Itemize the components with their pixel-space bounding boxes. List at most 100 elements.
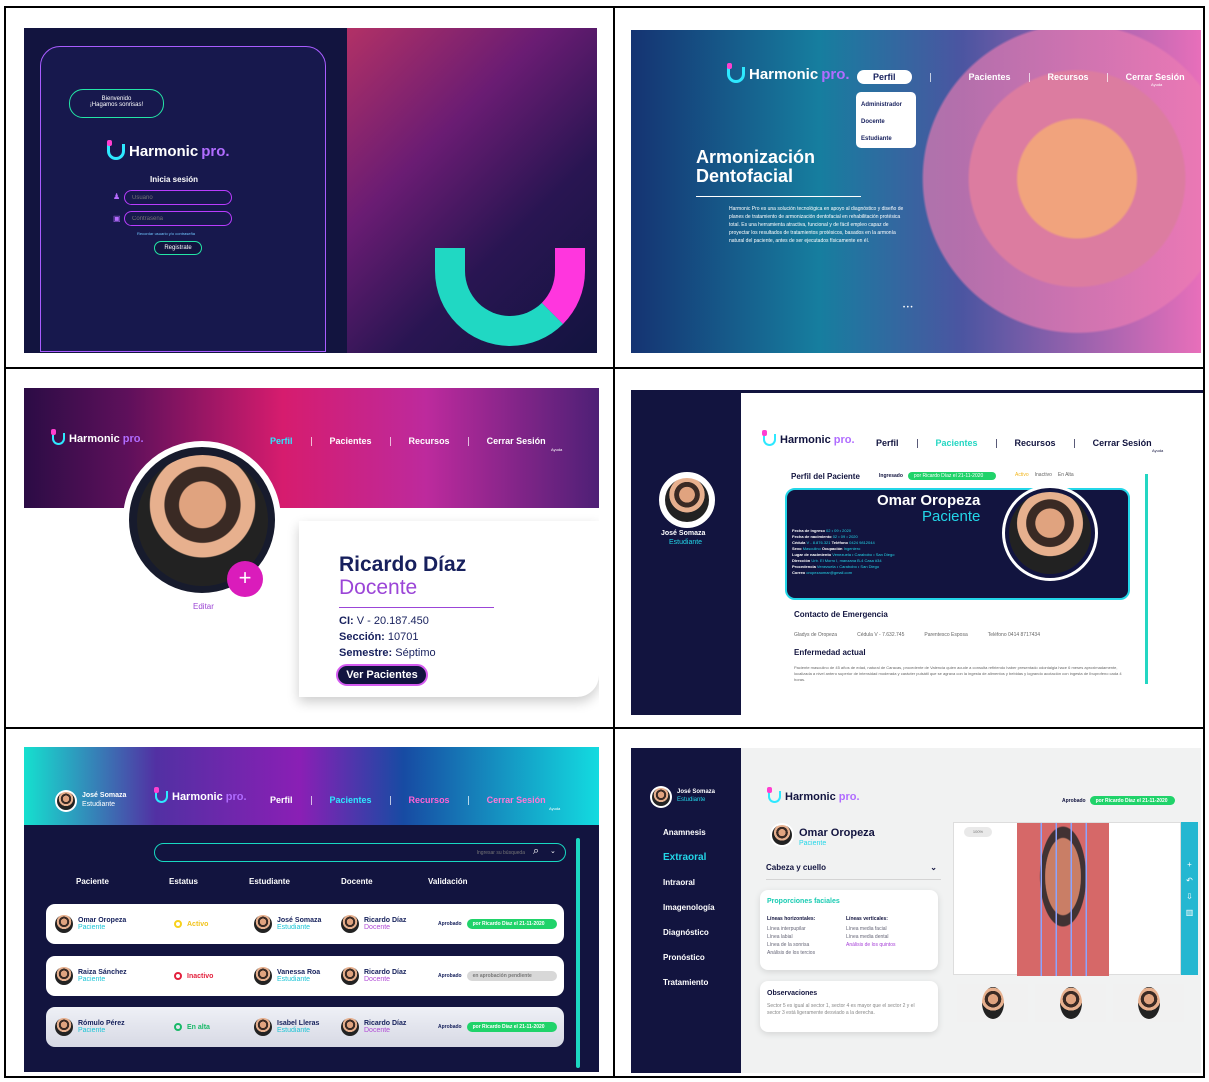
patient-cell[interactable]: Raiza Sánchez Paciente: [55, 967, 127, 985]
nav-separator: [467, 795, 469, 805]
status-radio-group[interactable]: Activo Inactivo En Alta: [1015, 472, 1074, 478]
forgot-password-link[interactable]: Recordar usuario y/o contraseña: [137, 231, 195, 236]
list-scrollbar[interactable]: [576, 838, 580, 1068]
student-cell[interactable]: José Somaza Estudiante: [254, 915, 321, 933]
menu-diagnostico[interactable]: Diagnóstico: [651, 920, 741, 945]
patient-role: Paciente: [799, 840, 827, 847]
patient-front-thumbnail[interactable]: [957, 984, 1028, 1022]
edit-photo-button[interactable]: +: [227, 561, 263, 597]
filter-chevron-icon[interactable]: ⌄: [550, 847, 556, 855]
patient-role: Paciente: [922, 508, 981, 525]
username-input[interactable]: [124, 190, 232, 205]
search-icon[interactable]: ⌕: [533, 845, 539, 858]
validation-cell[interactable]: Aprobado por Ricardo Díaz el 21-11-2020: [438, 1022, 557, 1032]
teacher-cell[interactable]: Ricardo Díaz Docente: [341, 967, 406, 985]
dropdown-docente[interactable]: Docente: [861, 114, 911, 131]
nav-separator: [310, 795, 312, 805]
search-input[interactable]: [154, 843, 566, 862]
nav-recursos[interactable]: Recursos: [1015, 438, 1056, 448]
nav-pacientes[interactable]: Pacientes: [330, 436, 372, 446]
approval-toggle[interactable]: por Ricardo Díaz el 21-11-2020: [907, 472, 996, 480]
nav-perfil[interactable]: Perfil: [857, 70, 912, 84]
nav-separator: [1028, 72, 1030, 82]
emergency-title: Contacto de Emergencia: [794, 610, 888, 619]
nav-pacientes[interactable]: Pacientes: [969, 72, 1011, 82]
menu-extraoral[interactable]: Extraoral: [651, 845, 741, 870]
student-avatar: [254, 1018, 272, 1036]
password-input[interactable]: [124, 211, 232, 226]
status-cell[interactable]: Activo: [174, 920, 208, 928]
nav-pacientes[interactable]: Pacientes: [936, 438, 978, 448]
status-cell[interactable]: Inactivo: [174, 972, 213, 980]
register-button[interactable]: Registrate: [154, 241, 202, 255]
patient-cell[interactable]: Rómulo Pérez Paciente: [55, 1018, 125, 1036]
chevron-down-icon[interactable]: ⌄: [930, 863, 937, 872]
nav-perfil[interactable]: Perfil: [270, 795, 293, 805]
help-link[interactable]: Ayuda: [549, 806, 560, 811]
status-cell[interactable]: En alta: [174, 1023, 210, 1031]
validation-cell[interactable]: Aprobado por Ricardo Díaz el 21-11-2020: [438, 919, 557, 929]
patient-front-photo: [981, 987, 1004, 1019]
section-row: Sección: 10701: [339, 631, 419, 643]
hero-divider: [696, 196, 861, 197]
teacher-cell[interactable]: Ricardo Díaz Docente: [341, 915, 406, 933]
nav-pacientes[interactable]: Pacientes: [330, 795, 372, 805]
student-name: José Somaza: [677, 789, 716, 795]
teacher-cell[interactable]: Ricardo Díaz Docente: [341, 1018, 406, 1036]
approval-toggle[interactable]: por Ricardo Díaz el 21-11-2020: [466, 919, 557, 929]
edit-label[interactable]: Editar: [193, 602, 214, 611]
table-row[interactable]: Omar Oropeza Paciente Activo José Somaza E…: [46, 904, 564, 944]
view-patients-button[interactable]: Ver Pacientes: [336, 664, 428, 686]
menu-intraoral[interactable]: Intraoral: [651, 870, 741, 895]
student-role[interactable]: Estudiante: [82, 801, 115, 808]
download-icon[interactable]: ⇩: [1181, 889, 1198, 905]
approval-toggle[interactable]: por Ricardo Díaz el 21-11-2020: [466, 1022, 557, 1032]
nav-perfil[interactable]: Perfil: [270, 436, 293, 446]
student-cell[interactable]: Vanessa Roa Estudiante: [254, 967, 320, 985]
validation-cell[interactable]: Aprobado en aprobación pendiente: [438, 971, 557, 981]
nav-perfil[interactable]: Perfil: [876, 438, 899, 448]
approval-toggle[interactable]: en aprobación pendiente: [466, 971, 557, 981]
nav-separator: [310, 436, 312, 446]
nav-cerrar-sesion[interactable]: Cerrar Sesión: [1093, 438, 1152, 448]
table-row[interactable]: Rómulo Pérez Paciente En alta Isabel Ller…: [46, 1007, 564, 1047]
patient-side-thumbnail[interactable]: [1035, 984, 1106, 1022]
student-role[interactable]: Estudiante: [677, 797, 705, 803]
nav-cerrar-sesion[interactable]: Cerrar Sesión: [487, 436, 546, 446]
nav-recursos[interactable]: Recursos: [409, 795, 450, 805]
nav-cerrar-sesion[interactable]: Cerrar Sesión: [1126, 72, 1185, 82]
nav-recursos[interactable]: Recursos: [1048, 72, 1089, 82]
menu-pronostico[interactable]: Pronóstico: [651, 945, 741, 970]
status-inactive-radio[interactable]: Inactivo: [1035, 472, 1052, 478]
student-role: Estudiante: [669, 539, 703, 546]
status-active-radio[interactable]: Activo: [1015, 472, 1029, 478]
harmonic-logo-icon: [107, 139, 125, 160]
delete-icon[interactable]: ▥: [1181, 905, 1198, 921]
dropdown-estudiante[interactable]: Estudiante: [861, 131, 911, 148]
teacher-role: Docente: [339, 576, 418, 599]
approval-toggle[interactable]: por Ricardo Díaz el 21-11-2020: [1089, 796, 1175, 805]
nav-recursos[interactable]: Recursos: [409, 436, 450, 446]
patient-cell[interactable]: Omar Oropeza Paciente: [55, 915, 126, 933]
student-cell[interactable]: Isabel Lleras Estudiante: [254, 1018, 319, 1036]
carousel-dots[interactable]: • • •: [903, 305, 913, 311]
table-row[interactable]: Raiza Sánchez Paciente Inactivo Vanessa R…: [46, 956, 564, 996]
menu-tratamiento[interactable]: Tratamiento: [651, 970, 741, 995]
content-scrollbar[interactable]: [1145, 474, 1148, 684]
help-link[interactable]: Ayuda: [551, 447, 562, 452]
menu-anamnesis[interactable]: Anamnesis: [651, 820, 741, 845]
patient-profile-thumbnail[interactable]: [1113, 984, 1184, 1022]
undo-icon[interactable]: ↶: [1181, 873, 1198, 889]
zoom-control[interactable]: 100%: [964, 827, 992, 837]
head-neck-section[interactable]: Cabeza y cuello ⌄: [766, 863, 941, 880]
move-icon[interactable]: +: [1181, 857, 1198, 873]
status-discharged-radio[interactable]: En Alta: [1058, 472, 1074, 478]
help-link[interactable]: Ayuda: [1151, 82, 1162, 87]
nav-separator: [467, 436, 469, 446]
harmonic-logo: Harmonic pro.: [154, 787, 247, 803]
dropdown-administrador[interactable]: Administrador: [861, 97, 911, 114]
menu-imagenologia[interactable]: Imagenología: [651, 895, 741, 920]
login-heading: Inicia sesión: [150, 175, 199, 184]
nav-cerrar-sesion[interactable]: Cerrar Sesión: [487, 795, 546, 805]
help-link[interactable]: Ayuda: [1152, 448, 1163, 453]
